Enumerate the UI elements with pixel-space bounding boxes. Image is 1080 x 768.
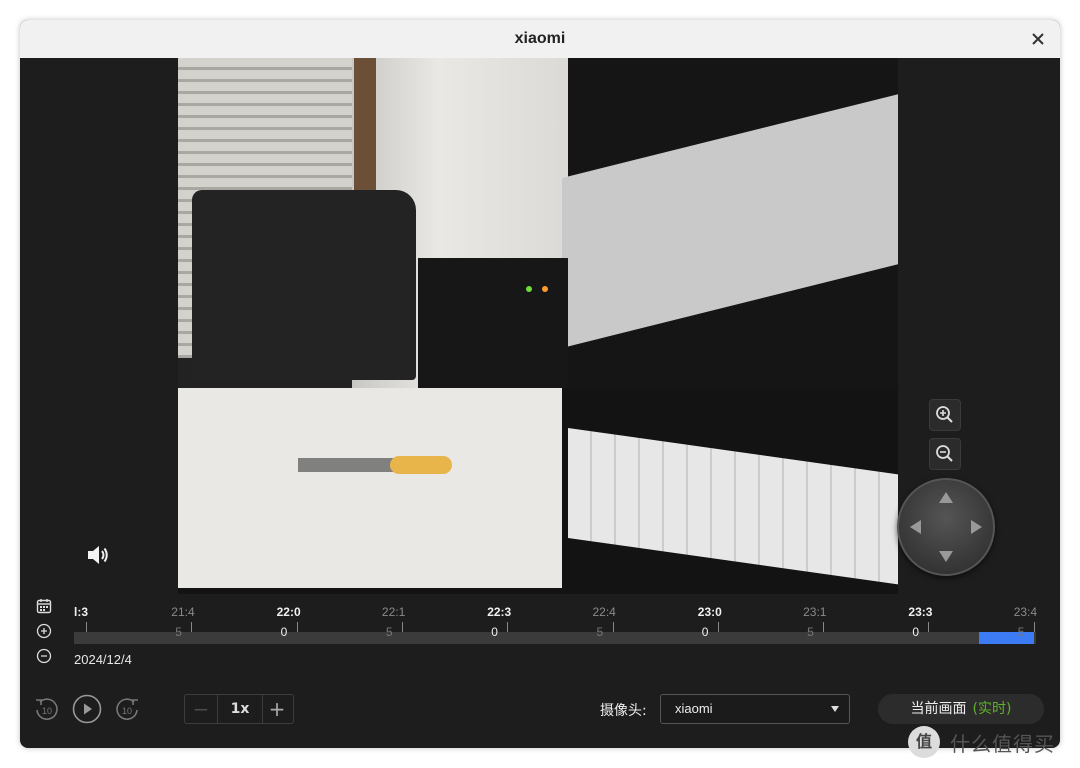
svg-text:10: 10 <box>122 706 132 716</box>
zoom-out-button[interactable] <box>929 438 961 470</box>
pan-down-button[interactable] <box>939 551 953 562</box>
timeline-zoom-out-icon[interactable] <box>36 648 52 664</box>
pan-left-button[interactable] <box>910 520 921 534</box>
watermark-text: 什么值得买 <box>950 732 1055 756</box>
timeline-tick-sub: 0 <box>491 625 498 639</box>
live-view-label: 当前画面 <box>910 701 967 717</box>
forward-10-icon: 10 <box>116 698 138 720</box>
pan-right-button[interactable] <box>971 520 982 534</box>
timeline-tick-mark <box>823 622 825 632</box>
ptz-direction-pad <box>897 478 995 576</box>
timeline-tick-label: 23:0 <box>697 605 722 619</box>
camera-select-value: xiaomi <box>675 701 713 716</box>
video-feed[interactable] <box>178 58 898 594</box>
rewind-10-button[interactable]: 10 <box>32 694 62 724</box>
svg-text:10: 10 <box>42 706 52 716</box>
timeline-tick-sub: 5 <box>385 625 393 639</box>
timeline-tick-mark <box>928 622 930 632</box>
camera-window: xiaomi l:3 21:4 5 22:0 0 22:1 5 22:3 0 2… <box>20 20 1060 748</box>
timeline-tick-mark <box>507 622 509 632</box>
speed-decrease-button[interactable]: − <box>185 695 217 723</box>
timeline-tick-sub: 5 <box>175 625 182 639</box>
camera-label: 摄像头: <box>600 703 647 719</box>
timeline-tick-label: 22:3 <box>487 605 512 619</box>
play-icon <box>72 694 102 724</box>
close-button[interactable] <box>1026 27 1050 51</box>
timeline-tick-sub: 5 <box>1017 625 1025 639</box>
title-bar: xiaomi <box>20 20 1060 58</box>
timeline-track[interactable] <box>74 632 1036 644</box>
camera-select[interactable]: xiaomi <box>660 694 850 724</box>
timeline-tick-mark <box>191 622 193 632</box>
volume-icon[interactable] <box>84 542 110 568</box>
chevron-down-icon <box>831 706 839 712</box>
timeline-tick-label: 22:0 <box>276 605 301 619</box>
timeline-tick-label: 23:1 <box>803 605 827 619</box>
close-icon <box>1032 33 1044 45</box>
timeline-tick-mark <box>717 622 719 632</box>
timeline-tick-sub: 5 <box>807 625 814 639</box>
timeline-tick-sub: 0 <box>280 625 288 639</box>
rewind-10-icon: 10 <box>36 698 58 720</box>
speed-value: 1x <box>217 695 263 723</box>
timeline-tick-label: l:3 <box>74 605 89 619</box>
speed-control: − 1x + <box>184 694 294 724</box>
timeline-zoom-in-icon[interactable] <box>36 623 52 639</box>
zoom-out-icon <box>936 445 953 462</box>
live-view-button[interactable]: 当前画面 (实时) <box>878 694 1044 724</box>
timeline-tick-mark <box>401 622 403 632</box>
zoom-in-icon <box>936 406 953 423</box>
timeline-tick-label: 23:4 <box>1013 605 1038 619</box>
timeline-tick-mark <box>296 622 298 632</box>
zoom-in-button[interactable] <box>929 399 961 431</box>
timeline-date: 2024/12/4 <box>74 652 132 667</box>
forward-10-button[interactable]: 10 <box>112 694 142 724</box>
timeline-tick-mark <box>86 622 87 632</box>
speed-increase-button[interactable]: + <box>261 695 293 723</box>
watermark-logo: 值 <box>908 726 940 758</box>
timeline-tick-mark <box>1033 622 1035 632</box>
timeline-tick-sub: 5 <box>596 625 604 639</box>
pan-up-button[interactable] <box>939 492 953 503</box>
recorded-segment[interactable] <box>979 632 1034 644</box>
timeline-tick-label: 23:3 <box>908 605 933 619</box>
window-title: xiaomi <box>514 30 566 47</box>
watermark: 值 什么值得买 <box>908 726 1078 758</box>
timeline-tick-label: 21:4 <box>171 605 195 619</box>
play-button[interactable] <box>72 694 102 724</box>
timeline-tick-label: 22:1 <box>381 605 406 619</box>
timeline-tick-sub: 0 <box>701 625 709 639</box>
timeline-tick-sub: 0 <box>912 625 920 639</box>
calendar-icon[interactable] <box>36 598 52 614</box>
playback-timeline[interactable]: l:3 21:4 5 22:0 0 22:1 5 22:3 0 22:4 5 23:0 0 23:1 5 23… <box>74 600 1038 646</box>
timeline-tick-label: 22:4 <box>592 605 616 619</box>
live-status-label: (实时) <box>972 701 1012 717</box>
timeline-tick-mark <box>612 622 614 632</box>
